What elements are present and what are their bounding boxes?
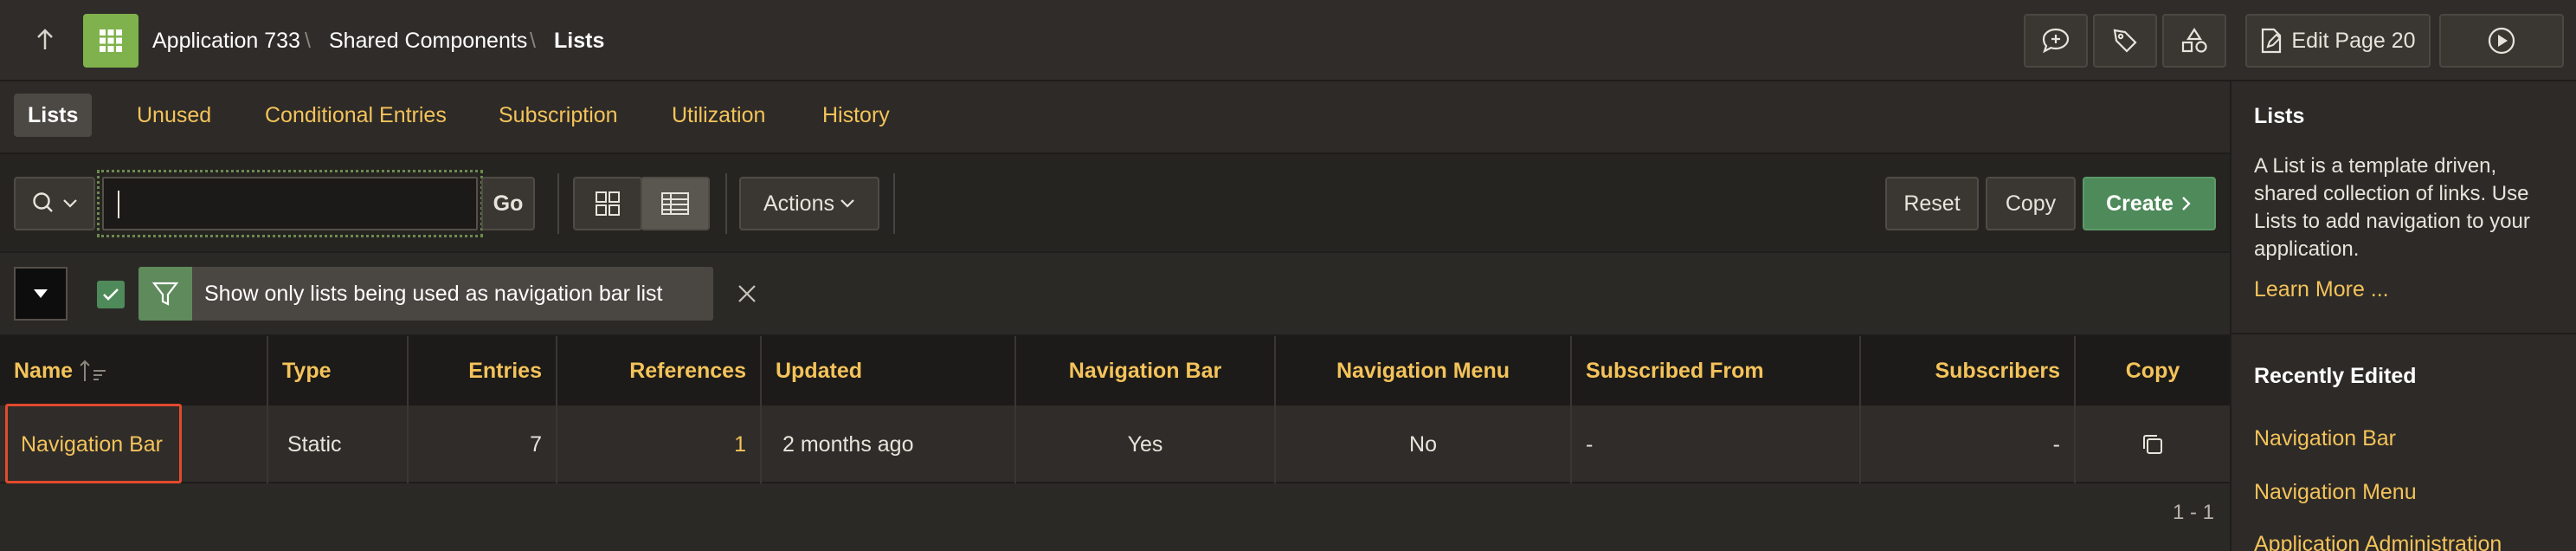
column-header-updated[interactable]: Updated bbox=[762, 336, 1014, 405]
filter-row: Show only lists being used as navigation… bbox=[0, 253, 2230, 336]
table-cell-name[interactable]: Navigation Bar bbox=[7, 405, 180, 483]
app-icon[interactable] bbox=[83, 14, 138, 68]
text-cursor bbox=[118, 191, 119, 218]
panel-divider bbox=[2231, 333, 2576, 334]
chevron-right-icon bbox=[2182, 197, 2191, 211]
table-cell-navigation-menu: No bbox=[1409, 431, 1437, 457]
arrow-up-icon bbox=[37, 29, 53, 49]
edit-page-icon bbox=[2262, 28, 2282, 54]
grid-icon bbox=[596, 191, 620, 216]
search-column-selector[interactable] bbox=[14, 177, 95, 230]
tab-subscription[interactable]: Subscription bbox=[485, 94, 632, 137]
copy-row-button[interactable] bbox=[2076, 405, 2230, 483]
learn-more-link[interactable]: Learn More ... bbox=[2254, 277, 2389, 302]
app-grid-icon bbox=[100, 29, 122, 52]
report-view-button[interactable] bbox=[641, 177, 710, 230]
recent-item[interactable]: Navigation Menu bbox=[2254, 480, 2417, 505]
chevron-down-icon bbox=[63, 199, 77, 208]
edit-page-button[interactable]: Edit Page 20 bbox=[2245, 14, 2431, 68]
column-header-references[interactable]: References bbox=[557, 336, 760, 405]
pagination-label: 1 - 1 bbox=[2172, 501, 2214, 524]
search-icon bbox=[33, 192, 53, 212]
create-button[interactable]: Create bbox=[2083, 177, 2216, 230]
tab-unused[interactable]: Unused bbox=[123, 94, 225, 137]
team-dev-button[interactable] bbox=[2093, 14, 2157, 68]
feedback-button[interactable] bbox=[2024, 14, 2088, 68]
reset-button[interactable]: Reset bbox=[1885, 177, 1979, 230]
tab-lists[interactable]: Lists bbox=[14, 94, 93, 137]
breadcrumb-current: Lists bbox=[554, 28, 605, 53]
search-input[interactable] bbox=[102, 177, 478, 230]
chevron-down-icon bbox=[840, 199, 854, 208]
table-cell-subscribed-from: - bbox=[1586, 431, 1594, 457]
toolbar-divider bbox=[725, 173, 727, 234]
table-cell-entries: 7 bbox=[530, 431, 542, 457]
table-cell-type: Static bbox=[287, 431, 342, 457]
tab-history[interactable]: History bbox=[808, 94, 904, 137]
breadcrumb-shared-components[interactable]: Shared Components bbox=[329, 0, 527, 81]
checkmark-icon bbox=[103, 288, 119, 301]
edit-page-label: Edit Page 20 bbox=[2291, 28, 2416, 53]
recently-edited-title: Recently Edited bbox=[2254, 364, 2417, 388]
recent-item[interactable]: Navigation Bar bbox=[2254, 426, 2396, 451]
sort-ascending-icon bbox=[80, 360, 106, 381]
column-header-copy[interactable]: Copy bbox=[2076, 336, 2230, 405]
actions-button[interactable]: Actions bbox=[739, 177, 879, 230]
play-circle-icon bbox=[2488, 27, 2515, 55]
shapes-icon bbox=[2181, 27, 2207, 53]
chat-plus-icon bbox=[2042, 28, 2070, 54]
tab-utilization[interactable]: Utilization bbox=[658, 94, 779, 137]
actions-label: Actions bbox=[763, 191, 834, 216]
filter-icon-box bbox=[138, 267, 192, 321]
column-header-entries[interactable]: Entries bbox=[409, 336, 556, 405]
triangle-down-icon bbox=[34, 289, 48, 298]
icon-view-button[interactable] bbox=[573, 177, 642, 230]
copy-icon bbox=[2143, 435, 2162, 454]
column-header-type[interactable]: Type bbox=[268, 336, 407, 405]
go-button[interactable]: Go bbox=[481, 177, 535, 230]
breadcrumb-separator: \ bbox=[305, 28, 311, 53]
help-description: A List is a template driven, shared coll… bbox=[2254, 154, 2530, 261]
column-header-subscribed-from[interactable]: Subscribed From bbox=[1572, 336, 1859, 405]
tab-bar: Lists Unused Conditional Entries Subscri… bbox=[0, 81, 2230, 154]
report-toolbar: Go Actions Reset Copy Create bbox=[0, 154, 2230, 253]
right-sidebar: Lists A List is a template driven, share… bbox=[2230, 81, 2576, 551]
tab-conditional-entries[interactable]: Conditional Entries bbox=[251, 94, 460, 137]
copy-button[interactable]: Copy bbox=[1986, 177, 2076, 230]
shared-components-button[interactable] bbox=[2162, 14, 2226, 68]
breadcrumb-separator: \ bbox=[530, 28, 536, 53]
table-cell-references[interactable]: 1 bbox=[557, 405, 760, 483]
filter-icon bbox=[151, 282, 179, 306]
table-cell-navigation-bar: Yes bbox=[1127, 431, 1163, 457]
close-icon bbox=[738, 285, 756, 302]
breadcrumb-application[interactable]: Application 733 bbox=[152, 0, 300, 81]
filter-toggle-button[interactable] bbox=[14, 267, 68, 321]
column-header-navigation-menu[interactable]: Navigation Menu bbox=[1276, 336, 1570, 405]
table-cell-subscribers: - bbox=[2052, 431, 2060, 457]
top-bar: Application 733 \ Shared Components \ Li… bbox=[0, 0, 2576, 81]
recent-item[interactable]: Application Administration bbox=[2254, 532, 2502, 551]
run-page-button[interactable] bbox=[2439, 14, 2564, 68]
table-cell-updated: 2 months ago bbox=[782, 431, 914, 457]
column-header-name[interactable]: Name bbox=[0, 336, 267, 405]
create-label: Create bbox=[2106, 191, 2174, 216]
table-icon bbox=[661, 192, 689, 215]
column-header-subscribers[interactable]: Subscribers bbox=[1861, 336, 2074, 405]
remove-filter-button[interactable] bbox=[732, 279, 762, 308]
toolbar-divider bbox=[893, 173, 895, 234]
column-name-label: Name bbox=[14, 358, 74, 383]
filter-enable-checkbox[interactable] bbox=[97, 281, 125, 308]
tag-icon bbox=[2113, 29, 2137, 53]
filter-text: Show only lists being used as navigation… bbox=[204, 281, 663, 306]
filter-chip[interactable]: Show only lists being used as navigation… bbox=[138, 267, 713, 321]
column-header-navigation-bar[interactable]: Navigation Bar bbox=[1016, 336, 1274, 405]
help-title: Lists bbox=[2254, 104, 2305, 128]
toolbar-divider bbox=[557, 173, 559, 234]
up-button[interactable] bbox=[26, 21, 64, 59]
